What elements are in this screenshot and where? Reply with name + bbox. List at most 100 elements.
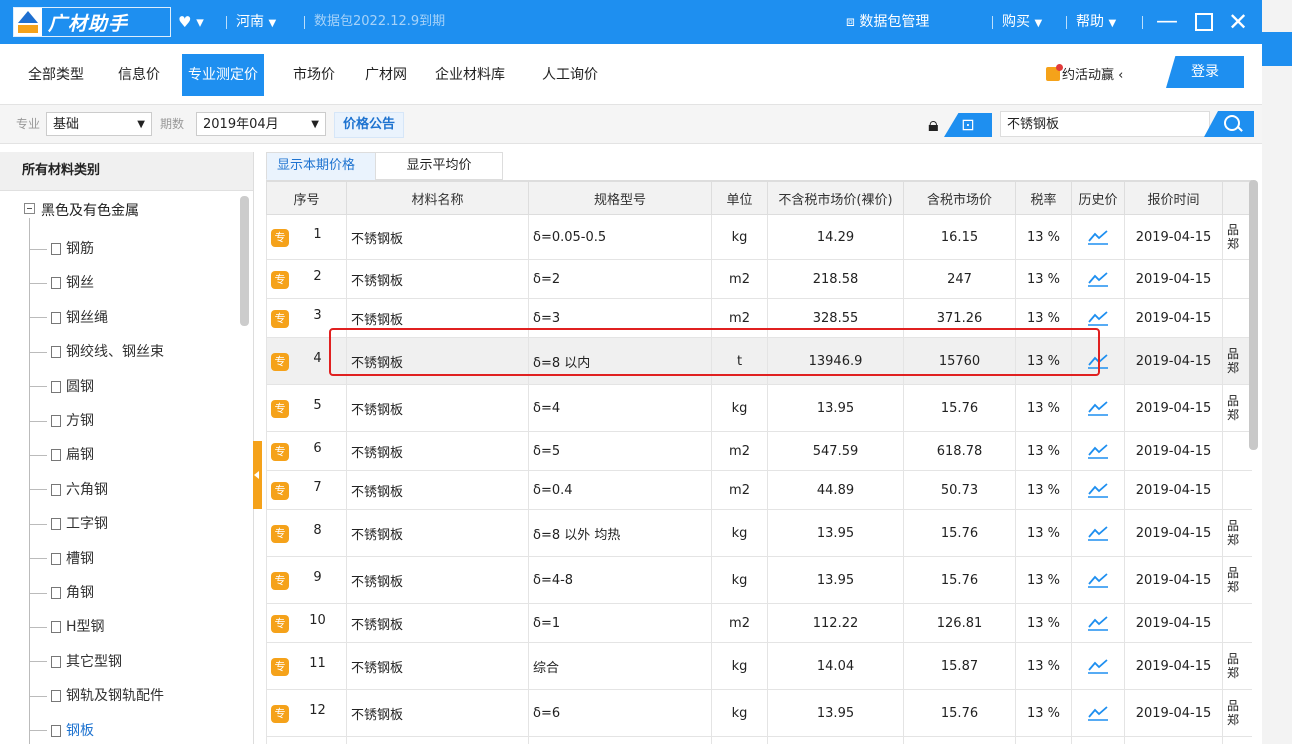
trend-chart-icon[interactable]: [1087, 705, 1109, 721]
tab-average-price[interactable]: 显示平均价: [375, 152, 503, 180]
cell-rate: 13 %: [1015, 259, 1072, 299]
buy-menu[interactable]: 购买 ▼: [1002, 0, 1042, 44]
trend-chart-icon[interactable]: [1087, 525, 1109, 541]
tree-item[interactable]: 六角钢: [29, 479, 108, 499]
tree-branch: [29, 282, 47, 284]
document-icon: [51, 449, 61, 462]
col-header-tax-price[interactable]: 含税市场价: [903, 181, 1016, 215]
menu-item-all-types[interactable]: 全部类型: [28, 54, 84, 96]
lock-icon[interactable]: 🔒︎: [928, 113, 939, 135]
trend-chart-icon[interactable]: [1087, 229, 1109, 245]
cell-history: [1071, 431, 1125, 471]
trend-chart-icon[interactable]: [1087, 271, 1109, 287]
app-logo: 广材助手: [13, 7, 171, 37]
table-scrollbar[interactable]: [1249, 180, 1258, 450]
help-menu[interactable]: 帮助 ▼: [1076, 0, 1116, 44]
extra-text: 品郑: [1227, 652, 1240, 680]
col-header-history[interactable]: 历史价: [1071, 181, 1125, 215]
collapse-icon[interactable]: [24, 203, 35, 214]
menu-item-labor-inquiry[interactable]: 人工询价: [542, 54, 598, 96]
cell-extra: 品郑: [1222, 384, 1252, 432]
cell-unit: kg: [711, 556, 768, 604]
col-header-price[interactable]: 不含税市场价(裸价): [767, 181, 904, 215]
trend-chart-icon[interactable]: [1087, 658, 1109, 674]
cell-history: [1071, 556, 1125, 604]
cell-date: 2019-04-15: [1124, 214, 1223, 260]
tree-item-label: H型钢: [66, 619, 105, 636]
trend-chart-icon[interactable]: [1087, 310, 1109, 326]
tree-item[interactable]: 钢绞线、钢丝束: [29, 341, 164, 361]
tree-item-label: 钢轨及钢轨配件: [66, 688, 164, 705]
trend-chart-icon[interactable]: [1087, 482, 1109, 498]
tree-item[interactable]: 钢丝: [29, 272, 94, 292]
col-header-rate[interactable]: 税率: [1015, 181, 1072, 215]
search-button[interactable]: [1204, 111, 1254, 137]
tree-item[interactable]: H型钢: [29, 616, 105, 636]
region-select[interactable]: 河南 ▼: [236, 0, 276, 44]
col-header-date[interactable]: 报价时间: [1124, 181, 1223, 215]
tree-item[interactable]: 扁钢: [29, 444, 94, 464]
table-row[interactable]: 专 7 不锈钢板 δ=0.4 m2 44.89 50.73 13 % 2019-04-15: [266, 470, 1252, 510]
title-bar: 广材助手 ♥ ▾ 河南 ▼ 数据包2022.12.9到期 ⧈ 数据包管理 购买 …: [0, 0, 1262, 44]
cell-price: 111.17: [767, 736, 904, 744]
menu-item-professional-price[interactable]: 专业测定价: [182, 54, 264, 96]
tree-item[interactable]: 角钢: [29, 582, 94, 602]
table-row[interactable]: 专 2 不锈钢板 δ=2 m2 218.58 247 13 % 2019-04-15: [266, 259, 1252, 299]
menu-item-market-price[interactable]: 市场价: [293, 54, 335, 96]
minimize-icon[interactable]: —: [1156, 0, 1178, 44]
table-row[interactable]: 专 9 不锈钢板 δ=4-8 kg 13.95 15.76 13 % 2019-04-15 品郑: [266, 556, 1252, 604]
collapse-panel-handle[interactable]: [253, 441, 262, 509]
data-package-manager[interactable]: ⧈ 数据包管理: [846, 0, 929, 44]
separator: [992, 16, 993, 29]
period-select[interactable]: 2019年04月 ▼: [196, 112, 326, 136]
cell-unit: m2: [711, 603, 768, 643]
tree-item[interactable]: 钢筋: [29, 238, 94, 258]
close-icon[interactable]: ✕: [1228, 0, 1248, 44]
col-header-unit[interactable]: 单位: [711, 181, 768, 215]
col-header-spec[interactable]: 规格型号: [528, 181, 712, 215]
tree-item[interactable]: 钢板: [29, 720, 94, 740]
tree-item[interactable]: 方钢: [29, 410, 94, 430]
tree-item[interactable]: 钢丝绳: [29, 307, 108, 327]
menu-item-info-price[interactable]: 信息价: [118, 54, 160, 96]
tree-scrollbar[interactable]: [240, 196, 249, 326]
table-row[interactable]: 专 5 不锈钢板 δ=4 kg 13.95 15.76 13 % 2019-04-15 品郑: [266, 384, 1252, 432]
document-icon: [51, 277, 61, 290]
category-header: 所有材料类别: [0, 152, 253, 191]
tree-root-metals[interactable]: 黑色及有色金属: [24, 200, 139, 220]
tree-item[interactable]: 钢轨及钢轨配件: [29, 685, 164, 705]
trend-chart-icon[interactable]: [1087, 443, 1109, 459]
table-row[interactable]: 专13不锈钢板1mmm2111.17125.6213 % 2019-04-15: [266, 736, 1252, 744]
table-row[interactable]: 专 1 不锈钢板 δ=0.05-0.5 kg 14.29 16.15 13 % 2019-04-…: [266, 214, 1252, 260]
tree-item[interactable]: 圆钢: [29, 376, 94, 396]
menu-item-guangcai-web[interactable]: 广材网: [365, 54, 407, 96]
heart-menu-icon[interactable]: ♥ ▾: [178, 0, 204, 44]
professional-badge-icon: 专: [271, 572, 289, 590]
major-select[interactable]: 基础 ▼: [46, 112, 152, 136]
tab-current-price[interactable]: 显示本期价格: [266, 152, 376, 180]
tree-item[interactable]: 槽钢: [29, 548, 94, 568]
trend-chart-icon[interactable]: [1087, 615, 1109, 631]
price-announcement-button[interactable]: 价格公告: [334, 112, 405, 138]
search-input[interactable]: 不锈钢板: [1000, 111, 1210, 137]
trend-chart-icon[interactable]: [1087, 400, 1109, 416]
table-row[interactable]: 专 6 不锈钢板 δ=5 m2 547.59 618.78 13 % 2019-04-15: [266, 431, 1252, 471]
trend-chart-icon[interactable]: [1087, 572, 1109, 588]
cell-date: 2019-04-15: [1124, 431, 1223, 471]
menu-bar: 全部类型 信息价 专业测定价 市场价 广材网 企业材料库 人工询价 约活动赢 ‹: [0, 54, 1262, 96]
menu-item-enterprise-library[interactable]: 企业材料库: [435, 54, 505, 96]
login-button[interactable]: 登录: [1166, 56, 1244, 88]
cell-spec: δ=1: [528, 603, 712, 643]
table-row[interactable]: 专 12 不锈钢板 δ=6 kg 13.95 15.76 13 % 2019-04-15 品郑: [266, 689, 1252, 737]
col-header-name[interactable]: 材料名称: [346, 181, 529, 215]
tree-item[interactable]: 工字钢: [29, 513, 108, 533]
promo-link[interactable]: 约活动赢 ‹: [1046, 64, 1123, 83]
table-row[interactable]: 专 10 不锈钢板 δ=1 m2 112.22 126.81 13 % 2019-04-15: [266, 603, 1252, 643]
unlock-icon[interactable]: ⊡: [944, 113, 992, 137]
price-table: 序号 材料名称 规格型号 单位 不含税市场价(裸价) 含税市场价 税率 历史价 …: [266, 181, 1252, 744]
tree-item[interactable]: 其它型钢: [29, 651, 122, 671]
col-header-no[interactable]: 序号: [266, 181, 347, 215]
maximize-icon[interactable]: [1195, 13, 1213, 31]
table-row[interactable]: 专 11 不锈钢板 综合 kg 14.04 15.87 13 % 2019-04-15 品郑: [266, 642, 1252, 690]
table-row[interactable]: 专 8 不锈钢板 δ=8 以外 均热 kg 13.95 15.76 13 % 2019-04-1…: [266, 509, 1252, 557]
